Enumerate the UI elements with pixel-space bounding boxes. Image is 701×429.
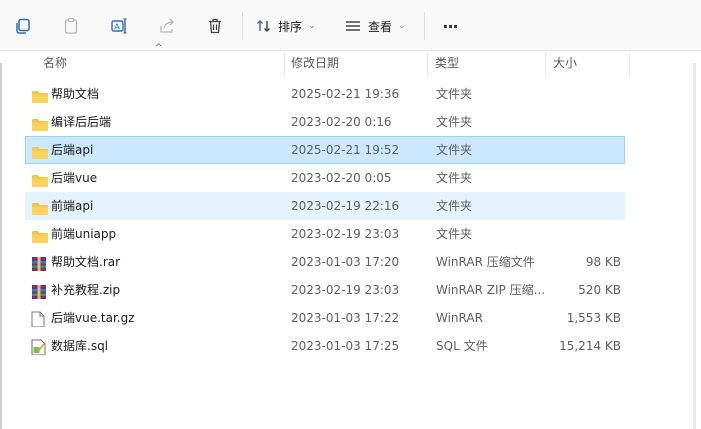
file-modified-date: 2023-02-19 23:03 [291,227,400,241]
file-modified-date: 2025-02-21 19:36 [291,87,400,101]
file-row[interactable]: 前端uniapp 2023-02-19 23:03 文件夹 [25,220,625,248]
file-row[interactable]: 数据库.sql 2023-01-03 17:25 SQL 文件 15,214 KB [25,332,625,360]
file-modified-date: 2023-02-19 22:16 [291,199,400,213]
column-header-modified[interactable]: 修改日期 [282,51,428,76]
file-type: 文件夹 [436,143,473,157]
file-rows: 帮助文档 2025-02-21 19:36 文件夹 编译后后端 2023-02-20 0… [25,80,625,360]
svg-text:A: A [114,23,120,32]
file-type: WinRAR [436,311,483,325]
file-modified-date: 2023-02-20 0:05 [291,171,392,185]
folder-icon [31,171,49,187]
file-list-view: ^ 名称 修改日期 类型 大小 帮助文档 2025-02-21 19:36 文件夹编… [0,43,701,429]
file-type: 文件夹 [436,171,473,185]
delete-button[interactable] [202,11,228,41]
file-row[interactable]: 帮助文档 2025-02-21 19:36 文件夹 [25,80,625,108]
file-name: 前端api [51,199,94,213]
file-size [546,109,621,135]
column-header-type[interactable]: 类型 [426,51,546,76]
file-modified-date: 2023-01-03 17:20 [291,255,400,269]
folder-icon [31,227,49,243]
file-row[interactable]: 后端api 2025-02-21 19:52 文件夹 [25,136,625,164]
copy-icon [14,17,32,35]
sort-label: 排序 [278,19,303,34]
paste-button[interactable] [58,11,84,41]
folder-icon [31,87,49,103]
file-size [546,137,621,163]
trash-icon [206,17,224,35]
rename-icon: A [110,17,128,35]
file-type: SQL 文件 [436,339,488,353]
file-name: 前端uniapp [51,227,117,241]
share-button[interactable] [154,11,180,41]
chevron-down-icon: ⌄ [398,21,406,31]
folder-icon [31,199,49,215]
file-size [546,221,621,247]
file-modified-date: 2025-02-21 19:52 [291,143,400,157]
file-size [546,165,621,191]
file-row[interactable]: 前端api 2023-02-19 22:16 文件夹 [25,192,625,220]
folder-icon [31,115,49,131]
file-size: 1,553 KB [566,311,621,325]
file-name: 后端vue.tar.gz [51,311,135,325]
file-size: 15,214 KB [559,339,621,353]
rename-button[interactable]: A [106,11,132,41]
file-size: 98 KB [585,255,621,269]
file-modified-date: 2023-01-03 17:25 [291,339,400,353]
file-size: 520 KB [578,283,621,297]
blank-file-icon [31,311,49,327]
folder-icon [31,143,49,159]
file-name: 帮助文档.rar [51,255,121,269]
file-name: 后端api [51,143,94,157]
command-bar: A 排序 ⌄ 查看 ⌄ ··· [0,0,701,51]
file-type: WinRAR ZIP 压缩... [436,283,546,297]
file-size [546,81,621,107]
file-type: 文件夹 [436,115,473,129]
toolbar-divider [424,12,425,40]
sort-icon [256,18,272,34]
file-type: 文件夹 [436,227,473,241]
file-row[interactable]: 帮助文档.rar 2023-01-03 17:20 WinRAR 压缩文件 98 KB [25,248,625,276]
paste-icon [62,17,80,35]
file-name: 数据库.sql [51,339,109,353]
rar-archive-icon [31,255,49,271]
column-header-name[interactable]: 名称 [34,51,285,76]
chevron-down-icon: ⌄ [308,21,316,31]
file-name: 帮助文档 [51,87,100,101]
file-row[interactable]: 补充教程.zip 2023-02-19 23:03 WinRAR ZIP 压缩...… [25,276,625,304]
pane-border [0,63,2,429]
file-name: 后端vue [51,171,98,185]
file-name: 编译后后端 [51,115,112,129]
file-modified-date: 2023-02-20 0:16 [291,115,392,129]
file-row[interactable]: 编译后后端 2023-02-20 0:16 文件夹 [25,108,625,136]
column-header-row: ^ 名称 修改日期 类型 大小 [25,43,630,76]
share-icon [158,17,176,35]
file-name: 补充教程.zip [51,283,121,297]
view-button[interactable]: 查看 ⌄ [344,11,410,41]
more-options-icon: ··· [442,16,458,36]
file-size [546,193,621,219]
copy-button[interactable] [10,11,36,41]
file-modified-date: 2023-01-03 17:22 [291,311,400,325]
toolbar-divider [242,12,243,40]
view-list-icon [344,18,362,34]
more-options-button[interactable]: ··· [436,11,464,41]
file-modified-date: 2023-02-19 23:03 [291,283,400,297]
sql-file-icon [31,339,49,355]
file-row[interactable]: 后端vue 2023-02-20 0:05 文件夹 [25,164,625,192]
column-header-size[interactable]: 大小 [544,51,630,76]
file-type: 文件夹 [436,199,473,213]
file-type: WinRAR 压缩文件 [436,255,535,269]
vertical-scrollbar[interactable] [693,63,696,429]
sort-button[interactable]: 排序 ⌄ [256,11,322,41]
file-type: 文件夹 [436,87,473,101]
zip-archive-icon [31,283,49,299]
file-row[interactable]: 后端vue.tar.gz 2023-01-03 17:22 WinRAR 1,553 … [25,304,625,332]
view-label: 查看 [368,19,393,34]
